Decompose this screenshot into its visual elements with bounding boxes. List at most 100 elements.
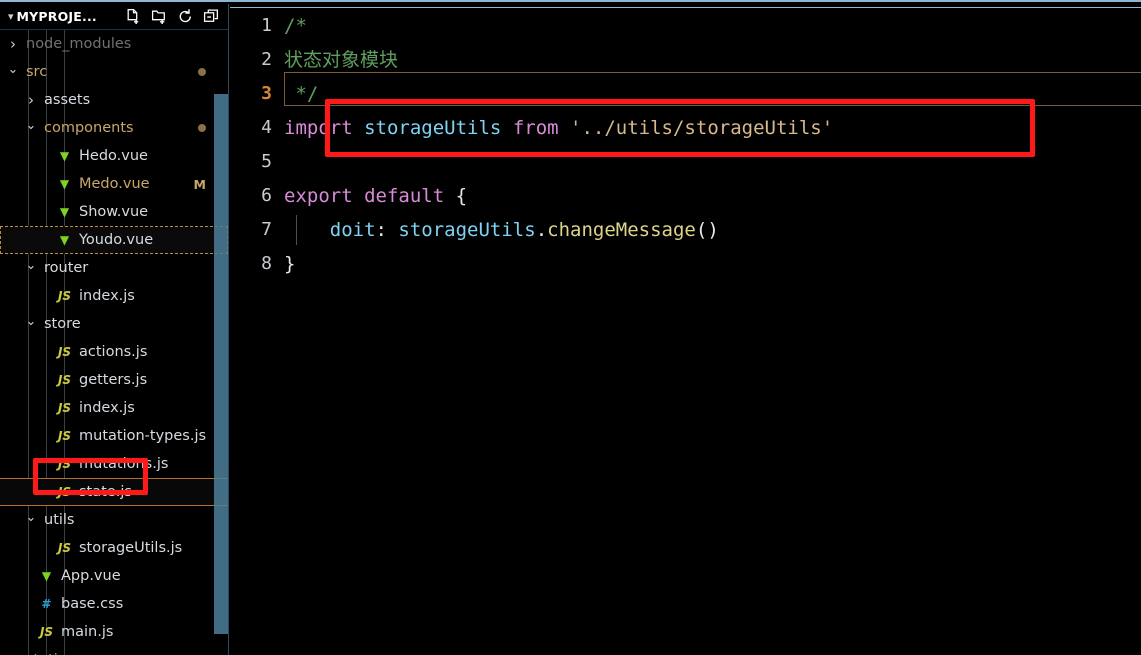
code-token: 状态对象模块 — [284, 49, 399, 71]
tree-item-assets[interactable]: › assets — [0, 86, 228, 114]
code-line[interactable]: 1 /* — [230, 9, 1141, 43]
code-text: import storageUtils from '../utils/stora… — [284, 111, 833, 145]
code-token: '../utils/storageUtils' — [570, 117, 834, 139]
tree-item-label: main.js — [61, 623, 114, 640]
explorer-header[interactable]: ▾ MYPROJE... — [0, 4, 228, 30]
js-file-icon: JS — [57, 289, 72, 303]
tree-item-mutations-js[interactable]: JS mutations.js — [0, 450, 228, 478]
chevron-down-icon[interactable]: ⌄ — [24, 119, 38, 132]
tree-item-label: node_modules — [26, 35, 132, 52]
code-content[interactable]: 1 /* 2 状态对象模块 3 */ 4 import storageUtils from … — [230, 9, 1141, 655]
code-line[interactable]: 3 */ — [230, 77, 1141, 111]
js-file-icon: JS — [57, 457, 72, 471]
code-line[interactable]: 2 状态对象模块 — [230, 43, 1141, 77]
explorer-sidebar: ▾ MYPROJE... › node_modules ⌄ src › asse… — [0, 4, 229, 655]
css-file-icon: # — [41, 597, 52, 611]
code-token: */ — [284, 83, 319, 105]
tree-item-hedo-vue[interactable]: ▼ Hedo.vue — [0, 142, 228, 170]
chevron-right-icon[interactable]: › — [6, 36, 20, 52]
tree-item-label: index.js — [79, 399, 135, 416]
js-file-icon: JS — [57, 429, 72, 443]
tree-item-show-vue[interactable]: ▼ Show.vue — [0, 198, 228, 226]
new-folder-icon[interactable] — [151, 8, 168, 25]
chevron-down-icon[interactable]: ▾ — [8, 11, 14, 22]
tree-item-label: mutation-types.js — [79, 427, 207, 444]
code-token: doit — [329, 219, 376, 241]
tree-item-label: getters.js — [79, 371, 148, 388]
code-line[interactable]: 8} — [230, 247, 1141, 281]
refresh-icon[interactable] — [177, 8, 194, 25]
project-name-label: MYPROJE... — [16, 9, 97, 24]
tree-item-label: actions.js — [79, 343, 148, 360]
chevron-down-icon[interactable]: ⌄ — [6, 63, 20, 76]
tree-item-getters-js[interactable]: JS getters.js — [0, 366, 228, 394]
code-line[interactable]: 6 export default { — [230, 179, 1141, 213]
code-indent-guide — [296, 215, 297, 245]
chevron-down-icon[interactable]: ⌄ — [24, 511, 38, 524]
tree-item-utils[interactable]: ⌄ utils — [0, 506, 228, 534]
tree-item-src[interactable]: ⌄ src — [0, 58, 228, 86]
line-number: 3 — [261, 83, 272, 104]
tree-item-label: utils — [44, 511, 75, 528]
tree-item-router[interactable]: ⌄ router — [0, 254, 228, 282]
tree-item-index-js[interactable]: JS index.js — [0, 394, 228, 422]
code-token: storageUtils — [398, 219, 536, 241]
code-token: : — [375, 219, 399, 241]
js-file-icon: JS — [57, 373, 72, 387]
explorer-scrollbar[interactable] — [214, 94, 228, 634]
tree-item-label: src — [26, 63, 48, 80]
tree-item-static[interactable]: ›static — [0, 646, 228, 655]
code-token: /* — [284, 15, 307, 37]
code-token: { — [455, 185, 468, 207]
js-file-icon: JS — [39, 625, 54, 639]
js-file-icon: JS — [57, 485, 72, 499]
code-token: . — [535, 219, 548, 241]
tree-item-base-css[interactable]: # base.css — [0, 590, 228, 618]
tree-item-label: App.vue — [61, 567, 121, 584]
editor-tab-strip[interactable] — [230, 4, 1141, 8]
tree-item-actions-js[interactable]: JS actions.js — [0, 338, 228, 366]
tree-item-label: components — [44, 119, 134, 136]
git-change-dot — [198, 68, 206, 76]
tree-item-label: Show.vue — [79, 203, 149, 220]
tree-item-state-js[interactable]: JS state.js — [0, 478, 228, 506]
git-status-badge: M — [193, 176, 206, 192]
tree-item-storageutils-js[interactable]: JS storageUtils.js — [0, 534, 228, 562]
tree-item-components[interactable]: ⌄ components — [0, 114, 228, 142]
tree-item-label: Medo.vue — [79, 175, 150, 192]
collapse-all-icon[interactable] — [203, 8, 220, 25]
code-text: */ — [284, 77, 318, 111]
tree-item-label: Hedo.vue — [79, 147, 148, 164]
tree-item-label: state.js — [79, 483, 132, 500]
vue-file-icon: ▼ — [59, 149, 70, 163]
chevron-down-icon[interactable]: ⌄ — [24, 315, 38, 328]
vue-file-icon: ▼ — [41, 569, 52, 583]
tree-item-node-modules[interactable]: › node_modules — [0, 30, 228, 58]
new-file-icon[interactable] — [125, 8, 142, 25]
tree-item-app-vue[interactable]: ▼ App.vue — [0, 562, 228, 590]
file-tree[interactable]: › node_modules ⌄ src › assets ⌄ components ▼ Hedo… — [0, 30, 228, 655]
tree-item-label: base.css — [61, 595, 124, 612]
code-token: () — [695, 219, 719, 241]
tree-item-main-js[interactable]: JS main.js — [0, 618, 228, 646]
tree-item-store[interactable]: ⌄ store — [0, 310, 228, 338]
code-line[interactable]: 5 — [230, 145, 1141, 179]
tree-item-index-js[interactable]: JS index.js — [0, 282, 228, 310]
code-token: export default — [284, 185, 445, 207]
tree-item-medo-vue[interactable]: ▼ Medo.vue M — [0, 170, 228, 198]
tree-item-youdo-vue[interactable]: ▼ Youdo.vue — [0, 226, 228, 254]
line-number: 6 — [261, 185, 272, 206]
chevron-down-icon[interactable]: ⌄ — [24, 259, 38, 272]
code-line[interactable]: 4 import storageUtils from '../utils/stor… — [230, 111, 1141, 145]
chevron-right-icon[interactable]: › — [24, 92, 38, 108]
code-token: } — [284, 253, 296, 275]
git-change-dot — [198, 124, 206, 132]
tree-item-label: storageUtils.js — [79, 539, 183, 556]
code-line[interactable]: 7 doit: storageUtils.changeMessage() — [230, 213, 1141, 247]
tree-item-label: assets — [44, 91, 91, 108]
line-number: 1 — [261, 15, 272, 36]
tree-item-mutation-types-js[interactable]: JS mutation-types.js — [0, 422, 228, 450]
